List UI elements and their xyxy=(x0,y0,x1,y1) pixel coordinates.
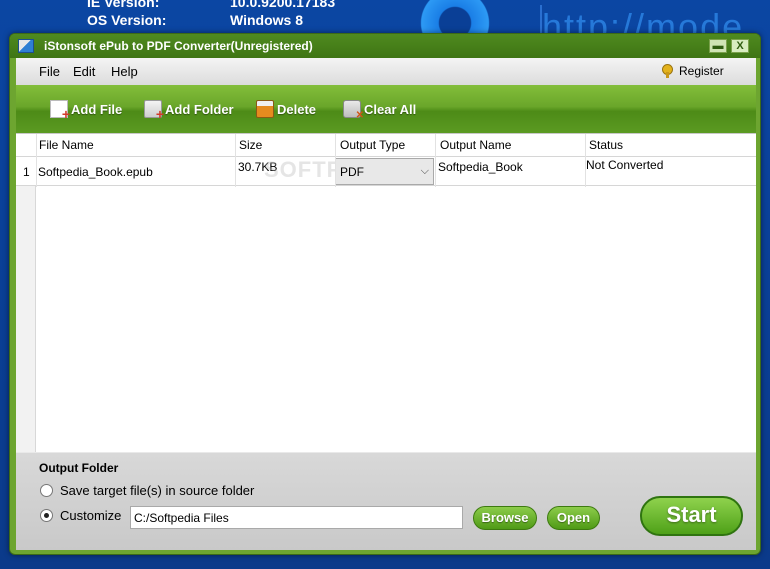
table-body xyxy=(36,186,756,452)
toolbar: Add File Add Folder Delete Clear All xyxy=(16,85,756,133)
column-divider xyxy=(435,134,436,187)
client-area: File Edit Help Register Add File Add Fol… xyxy=(16,58,756,550)
register-label: Register xyxy=(679,64,724,78)
file-table: File Name Size Output Type Output Name S… xyxy=(16,133,756,452)
column-divider xyxy=(585,134,586,187)
cell-output-name: Softpedia_Book xyxy=(438,160,523,174)
add-file-button[interactable]: Add File xyxy=(50,99,123,122)
minimize-button[interactable]: ▬ xyxy=(709,39,727,53)
delete-label: Delete xyxy=(277,101,317,117)
window-title: iStonsoft ePub to PDF Converter(Unregist… xyxy=(44,39,313,53)
column-header-output-type[interactable]: Output Type xyxy=(340,138,405,152)
row-number: 1 xyxy=(23,165,30,179)
close-button[interactable]: X xyxy=(731,39,749,53)
clear-all-button[interactable]: Clear All xyxy=(343,99,417,121)
save-in-source-label: Save target file(s) in source folder xyxy=(60,483,255,498)
column-header-output-name[interactable]: Output Name xyxy=(440,138,511,152)
os-version-label: OS Version: xyxy=(87,12,167,28)
app-icon xyxy=(18,39,34,53)
column-header-size[interactable]: Size xyxy=(239,138,262,152)
title-bar[interactable]: iStonsoft ePub to PDF Converter(Unregist… xyxy=(10,34,760,58)
menu-file[interactable]: File xyxy=(39,64,60,79)
cell-status: Not Converted xyxy=(586,158,664,172)
table-header: File Name Size Output Type Output Name S… xyxy=(16,134,756,157)
chevron-down-icon: ⌵ xyxy=(420,165,429,177)
customize-option[interactable]: Customize xyxy=(40,508,121,523)
output-folder-title: Output Folder xyxy=(39,461,119,475)
column-divider xyxy=(335,134,336,187)
add-folder-button[interactable]: Add Folder xyxy=(144,99,234,122)
save-in-source-option[interactable]: Save target file(s) in source folder xyxy=(40,483,254,498)
output-type-dropdown[interactable]: PDF ⌵ xyxy=(335,158,434,185)
ie-version-label: IE Version: xyxy=(87,0,160,10)
key-icon xyxy=(661,64,673,78)
add-file-label: Add File xyxy=(71,101,123,117)
customize-label: Customize xyxy=(60,508,122,523)
add-file-icon xyxy=(50,100,70,122)
menu-edit[interactable]: Edit xyxy=(73,64,95,79)
add-folder-label: Add Folder xyxy=(165,101,234,117)
radio-source-folder[interactable] xyxy=(40,484,53,497)
add-folder-icon xyxy=(144,100,164,122)
ie-version-value: 10.0.9200.17183 xyxy=(230,0,336,10)
row-number-column xyxy=(16,157,36,452)
os-version-value: Windows 8 xyxy=(230,12,303,28)
delete-button[interactable]: Delete xyxy=(256,99,316,119)
column-header-file-name[interactable]: File Name xyxy=(39,138,94,152)
table-row[interactable]: 1 Softpedia_Book.epub 30.7KB SOFTPEDIA P… xyxy=(16,157,756,186)
open-button[interactable]: Open xyxy=(547,506,600,530)
output-path-input[interactable]: C:/Softpedia Files xyxy=(130,506,463,529)
app-window: iStonsoft ePub to PDF Converter(Unregist… xyxy=(9,33,761,555)
register-button[interactable]: Register xyxy=(661,64,724,78)
column-divider xyxy=(235,134,236,187)
clear-all-label: Clear All xyxy=(364,101,417,117)
column-divider xyxy=(36,134,37,187)
browse-button[interactable]: Browse xyxy=(473,506,537,530)
column-header-status[interactable]: Status xyxy=(589,138,623,152)
radio-customize[interactable] xyxy=(40,509,53,522)
menu-help[interactable]: Help xyxy=(111,64,138,79)
cell-file-name: Softpedia_Book.epub xyxy=(38,165,153,179)
menu-bar: File Edit Help Register xyxy=(16,58,756,85)
clear-all-icon xyxy=(343,100,364,121)
output-folder-panel: Output Folder Save target file(s) in sou… xyxy=(16,453,756,550)
output-type-value: PDF xyxy=(340,165,364,179)
start-button[interactable]: Start xyxy=(640,496,743,536)
trash-icon xyxy=(256,100,274,118)
